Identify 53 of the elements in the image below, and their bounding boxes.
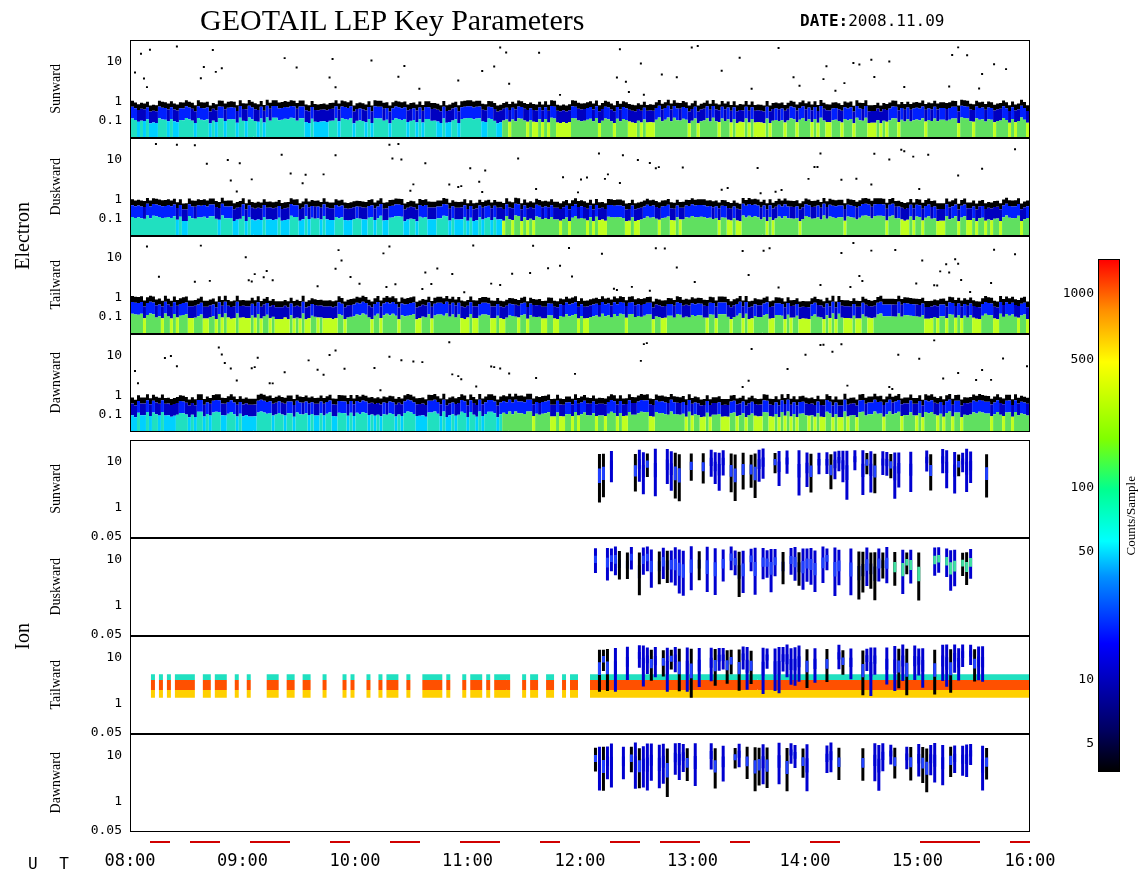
- direction-label: Duskward: [48, 158, 64, 216]
- y-tick-label: 1: [114, 288, 122, 304]
- direction-label: Duskward: [48, 558, 64, 616]
- y-tick-label: 0.05: [90, 723, 122, 739]
- y-tick-label: 10: [106, 150, 122, 166]
- x-tick-label: 10:00: [329, 850, 381, 870]
- y-tick-label: 0.1: [98, 307, 122, 323]
- y-tick-label: 0.1: [98, 405, 122, 421]
- direction-label: Tailward: [48, 660, 64, 710]
- colorbar-tick-label: 10: [1078, 670, 1094, 686]
- y-tick-label: 10: [106, 248, 122, 264]
- x-tick-label: 11:00: [441, 850, 494, 870]
- chart-title: GEOTAIL LEP Key Parameters: [200, 3, 586, 37]
- y-tick-label: 1: [114, 190, 122, 206]
- y-tick-label: 0.05: [90, 625, 122, 641]
- colorbar-tick-label: 5: [1086, 734, 1094, 750]
- x-tick-label: 15:00: [891, 850, 944, 870]
- y-tick-label: 1: [114, 694, 122, 710]
- y-tick-label: 1: [114, 498, 122, 514]
- y-tick-label: 10: [106, 746, 122, 762]
- colorbar-tick-label: 50: [1078, 542, 1094, 558]
- y-tick-label: 10: [106, 452, 122, 468]
- y-tick-label: 1: [114, 596, 122, 612]
- colorbar-tick-label: 100: [1070, 478, 1094, 494]
- y-tick-label: 10: [106, 550, 122, 566]
- x-tick-label: 09:00: [216, 850, 269, 870]
- date-label: DATE:: [800, 10, 849, 30]
- y-tick-label: 10: [106, 648, 122, 664]
- y-tick-label: 1: [114, 92, 122, 108]
- direction-label: Dawnward: [48, 752, 64, 814]
- y-tick-label: 1: [114, 792, 122, 808]
- group-label: Ion: [10, 622, 34, 650]
- x-tick-label: 08:00: [104, 850, 156, 870]
- y-tick-label: 0.1: [98, 111, 122, 127]
- direction-label: Sunward: [48, 64, 64, 114]
- colorbar-tick-label: 500: [1070, 350, 1094, 366]
- x-tick-label: 16:00: [1004, 850, 1056, 870]
- y-tick-label: 1: [114, 386, 122, 402]
- x-tick-label: 12:00: [554, 850, 606, 870]
- colorbar-tick-label: 1000: [1062, 284, 1094, 300]
- y-tick-label: 0.1: [98, 209, 122, 225]
- y-tick-label: 10: [106, 346, 122, 362]
- group-label: Electron: [10, 202, 34, 270]
- direction-label: Dawnward: [48, 352, 64, 414]
- date-value: 2008.11.09: [848, 10, 945, 30]
- x-tick-label: 13:00: [666, 850, 719, 870]
- direction-label: Sunward: [48, 464, 64, 514]
- colorbar-label: Counts/Sample: [1123, 475, 1139, 556]
- y-tick-label: 0.05: [90, 821, 122, 837]
- y-tick-label: 10: [106, 52, 122, 68]
- direction-label: Tailward: [48, 260, 64, 310]
- y-tick-label: 0.05: [90, 527, 122, 543]
- x-tick-label: 14:00: [779, 850, 831, 870]
